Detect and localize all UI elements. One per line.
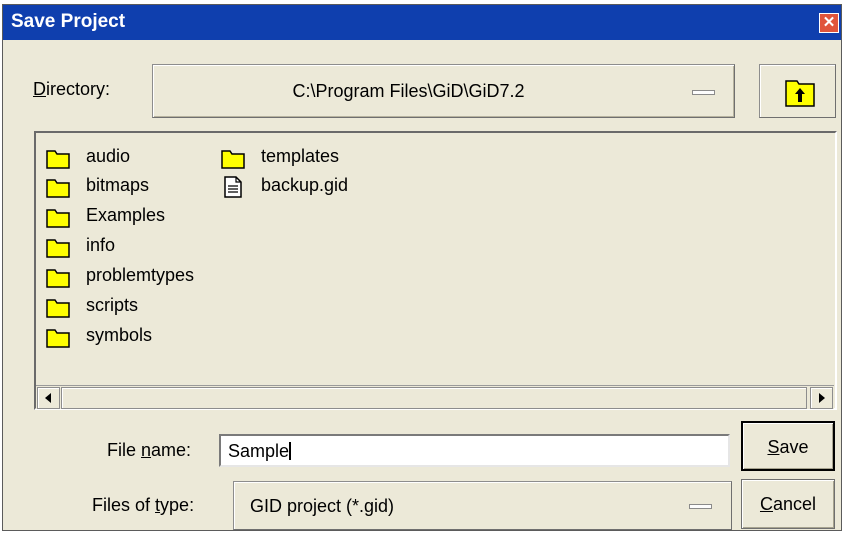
close-icon: ✕ xyxy=(822,14,836,31)
save-button-rest: ave xyxy=(779,437,809,457)
folder-icon xyxy=(46,329,70,348)
scroll-left-button[interactable] xyxy=(37,387,60,409)
list-item-label: backup.gid xyxy=(261,175,349,195)
files-of-type-value: GID project (*.gid) xyxy=(250,496,395,516)
scroll-right-button[interactable] xyxy=(810,387,833,409)
list-item-label: info xyxy=(86,235,116,255)
file-name-label: File name: xyxy=(107,440,192,460)
files-of-type-label: Files of type: xyxy=(92,495,195,515)
document-icon xyxy=(224,176,242,198)
cancel-button-rest: ancel xyxy=(772,494,817,514)
file-name-value: Sample xyxy=(228,441,292,462)
files-of-type-label-mnemonic: t xyxy=(155,495,161,515)
save-button-mnemonic: S xyxy=(767,437,780,457)
file-name-text: Sample xyxy=(228,441,290,461)
horizontal-scrollbar[interactable] xyxy=(36,385,834,409)
file-name-input[interactable]: Sample xyxy=(219,434,730,467)
text-caret xyxy=(289,442,292,460)
save-button[interactable]: Save xyxy=(741,421,835,471)
scrollbar-thumb[interactable] xyxy=(61,387,807,409)
close-button[interactable]: ✕ xyxy=(819,13,839,33)
file-name-label-mnemonic: n xyxy=(141,440,152,460)
right-arrow-icon xyxy=(819,393,825,403)
cancel-button-mnemonic: C xyxy=(759,494,773,514)
window-title: Save Project xyxy=(11,11,126,32)
folder-icon xyxy=(221,150,245,169)
folder-icon xyxy=(46,299,70,318)
list-item-label: Examples xyxy=(86,205,166,225)
directory-label-mnemonic: D xyxy=(33,79,46,99)
folder-icon xyxy=(46,179,70,198)
save-project-dialog: Save Project ✕ Directory: C:\Program Fil… xyxy=(2,4,842,531)
directory-combobox[interactable]: C:\Program Files\GiD\GiD7.2 xyxy=(152,64,735,118)
directory-label: Directory: xyxy=(33,79,110,100)
cancel-button[interactable]: Cancel xyxy=(741,479,835,529)
up-one-level-button[interactable] xyxy=(759,64,836,118)
left-arrow-icon xyxy=(45,393,51,403)
file-list[interactable]: audio bitmaps Examples info problemtypes xyxy=(34,131,837,410)
up-folder-icon xyxy=(785,80,815,107)
dropdown-indicator-icon xyxy=(692,90,715,95)
directory-label-rest: irectory: xyxy=(46,79,111,99)
list-item-label: scripts xyxy=(86,295,139,315)
files-of-type-combobox[interactable]: GID project (*.gid) xyxy=(233,481,732,530)
folder-icon xyxy=(46,209,70,228)
list-item-label: templates xyxy=(261,146,340,166)
folder-icon xyxy=(46,150,70,169)
list-item-label: problemtypes xyxy=(86,265,195,285)
dropdown-indicator-icon xyxy=(689,504,712,509)
directory-value: C:\Program Files\GiD\GiD7.2 xyxy=(292,81,525,101)
list-item-label: audio xyxy=(86,146,131,166)
list-item-label: symbols xyxy=(86,325,153,345)
list-item-label: bitmaps xyxy=(86,175,150,195)
folder-icon xyxy=(46,239,70,258)
title-bar[interactable]: Save Project ✕ xyxy=(3,5,841,40)
folder-icon xyxy=(46,269,70,288)
